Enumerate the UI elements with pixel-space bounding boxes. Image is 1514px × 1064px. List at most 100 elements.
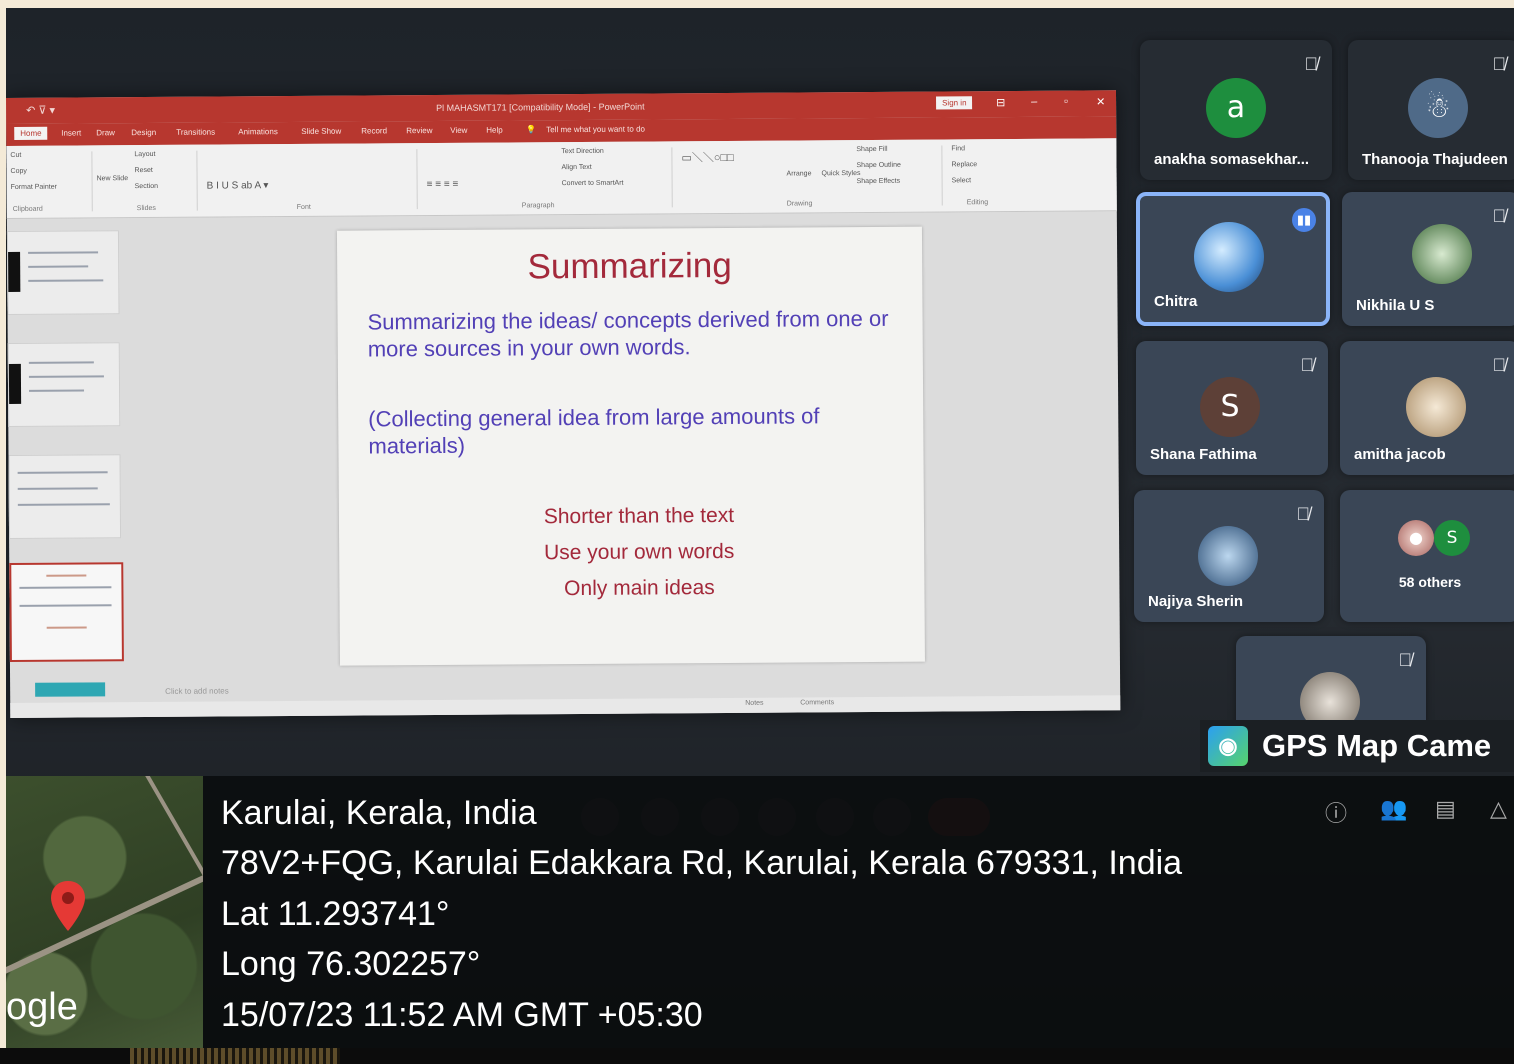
mic-off-icon: 🎙̸	[1492, 54, 1507, 74]
replace-button[interactable]: Replace	[951, 161, 977, 168]
maximize-icon[interactable]: ▫	[1064, 96, 1068, 108]
reset-button[interactable]: Reset	[134, 167, 152, 174]
mic-off-icon: 🎙̸	[1300, 355, 1315, 375]
font-formatting-icons[interactable]: B I U S ab A ▾	[207, 180, 269, 191]
group-clipboard: Clipboard	[12, 205, 43, 213]
participant-tile[interactable]: ☃ 🎙̸ Thanooja Thajudeen	[1348, 40, 1514, 180]
shape-effects-button[interactable]: Shape Effects	[857, 178, 901, 185]
avatar: S	[1200, 377, 1260, 437]
map-pin-icon	[51, 881, 85, 931]
tab-insert[interactable]: Insert	[61, 128, 81, 137]
text-direction-button[interactable]: Text Direction	[561, 148, 603, 155]
participant-name: Najiya Sherin	[1148, 593, 1244, 610]
tab-review[interactable]: Review	[406, 126, 432, 135]
quick-styles-button[interactable]: Quick Styles	[822, 170, 861, 177]
thumbnail-image	[8, 363, 22, 404]
thumbnail-text	[28, 279, 104, 282]
status-bar: Notes Comments	[10, 682, 1121, 718]
map-thumbnail: ogle	[6, 776, 203, 1048]
tab-design[interactable]: Design	[131, 128, 156, 137]
minimize-icon[interactable]: –	[1031, 96, 1037, 108]
info-icon[interactable]: ⓘ	[1325, 796, 1347, 828]
group-slides: Slides	[136, 204, 156, 213]
thumbnail-text	[28, 251, 99, 254]
notes-button[interactable]: Notes	[745, 700, 763, 707]
convert-smartart-button[interactable]: Convert to SmartArt	[562, 180, 624, 187]
slide-bullet-list: Shorter than the text Use your own words…	[339, 496, 940, 608]
chat-icon[interactable]: ▤	[1435, 796, 1456, 822]
format-painter-button[interactable]: Format Painter	[11, 184, 57, 191]
participant-name: Shana Fathima	[1150, 446, 1257, 463]
participant-name: Chitra	[1154, 293, 1198, 310]
quick-access-icons[interactable]: ↶ ⊽ ▾	[26, 104, 55, 117]
slide-thumbnail-selected[interactable]	[9, 562, 124, 662]
avatar: S	[1434, 520, 1470, 556]
tell-me-search[interactable]: Tell me what you want to do	[546, 125, 645, 135]
tab-record[interactable]: Record	[361, 126, 387, 135]
powerpoint-window: ↶ ⊽ ▾ Pl MAHASMT171 [Compatibility Mode]…	[6, 90, 1121, 718]
shapes-gallery-icon[interactable]: ▭＼＼○□□	[681, 149, 733, 165]
slide-thumbnail[interactable]	[8, 454, 122, 539]
participant-name: amitha jacob	[1354, 446, 1446, 463]
section-button[interactable]: Section	[135, 183, 158, 190]
group-font: Font	[296, 203, 311, 211]
new-slide-button[interactable]: New Slide	[97, 175, 129, 182]
sign-in-button[interactable]: Sign in	[936, 96, 973, 110]
slide-title: Summarizing	[527, 245, 732, 287]
tab-animations[interactable]: Animations	[238, 127, 278, 136]
paragraph-align-icons[interactable]: ≡ ≡ ≡ ≡	[427, 179, 459, 190]
slide-thumbnail[interactable]	[6, 230, 120, 315]
thumbnail-text	[29, 389, 85, 392]
participant-tile[interactable]: a 🎙̸ anakha somasekhar...	[1140, 40, 1332, 180]
participant-tile-others[interactable]: ● S 58 others	[1340, 490, 1514, 622]
shape-fill-button[interactable]: Shape Fill	[856, 146, 887, 153]
tab-view[interactable]: View	[450, 126, 467, 135]
thumbnail-text	[17, 487, 98, 490]
avatar	[1412, 224, 1472, 284]
ribbon-display-icon[interactable]: ⊟	[996, 96, 1005, 109]
slide-point: Shorter than the text	[543, 503, 735, 529]
participant-tile[interactable]: 🎙̸ Najiya Sherin	[1134, 490, 1324, 622]
avatar: a	[1206, 78, 1266, 138]
tab-transitions[interactable]: Transitions	[176, 128, 215, 137]
tab-slide-show[interactable]: Slide Show	[301, 127, 341, 136]
participant-tile[interactable]: 🎙̸ amitha jacob	[1340, 341, 1514, 475]
activities-icon[interactable]: △	[1490, 796, 1507, 822]
avatar: ●	[1398, 520, 1434, 556]
tab-home[interactable]: Home	[14, 126, 48, 140]
select-button[interactable]: Select	[952, 177, 972, 184]
arrange-button[interactable]: Arrange	[787, 170, 812, 177]
thumbnail-text	[17, 471, 108, 474]
group-editing: Editing	[966, 199, 989, 207]
find-button[interactable]: Find	[951, 145, 965, 152]
map-road	[124, 776, 203, 879]
participant-name: Nikhila U S	[1356, 297, 1435, 314]
tab-help[interactable]: Help	[486, 126, 503, 135]
layout-button[interactable]: Layout	[134, 151, 155, 158]
notes-pane[interactable]: Click to add notes	[165, 686, 229, 695]
teal-button[interactable]	[35, 682, 106, 697]
cut-button[interactable]: Cut	[10, 152, 21, 159]
location-info-panel: ⓘ 👥 ▤ △ Karulai, Kerala, India 78V2+FQG,…	[203, 776, 1514, 1048]
slide-canvas[interactable]: Summarizing Summarizing the ideas/ conce…	[336, 226, 925, 666]
ribbon: Cut Copy Format Painter Clipboard New Sl…	[6, 138, 1117, 219]
shape-outline-button[interactable]: Shape Outline	[856, 162, 900, 169]
close-icon[interactable]: ✕	[1096, 95, 1105, 108]
slide-thumbnail[interactable]	[7, 342, 121, 427]
align-text-button[interactable]: Align Text	[561, 164, 591, 171]
participant-tile[interactable]: S 🎙̸ Shana Fathima	[1136, 341, 1328, 475]
people-icon[interactable]: 👥	[1380, 796, 1407, 822]
participant-tile-speaking[interactable]: ▮▮ Chitra	[1136, 192, 1330, 326]
mic-off-icon: 🎙̸	[1492, 206, 1507, 226]
thumbnail-text	[17, 503, 110, 506]
decorative-stripe	[130, 1048, 340, 1064]
participant-tile[interactable]: 🎙̸ Nikhila U S	[1342, 192, 1514, 326]
thumbnail-text	[19, 604, 112, 607]
tab-draw[interactable]: Draw	[96, 128, 115, 137]
comments-button[interactable]: Comments	[800, 699, 834, 706]
thumbnail-text	[19, 586, 112, 589]
avatar	[1406, 377, 1466, 437]
latitude: Lat 11.293741°	[221, 895, 450, 933]
thumbnail-title	[46, 574, 87, 577]
copy-button[interactable]: Copy	[10, 168, 26, 175]
